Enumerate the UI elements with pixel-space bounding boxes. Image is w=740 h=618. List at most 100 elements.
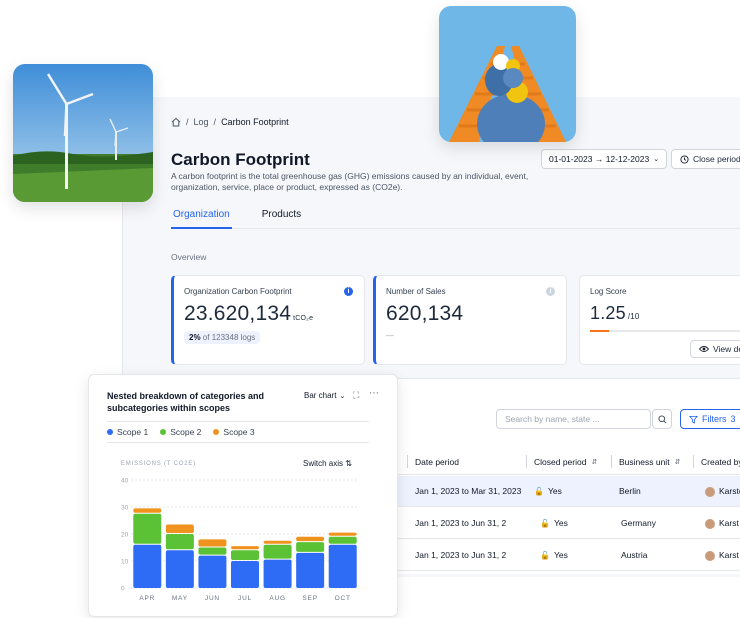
bar-segment[interactable] <box>263 540 292 544</box>
eye-icon <box>699 346 709 352</box>
card-label: Log Score <box>590 287 627 296</box>
bar-segment[interactable] <box>133 544 162 588</box>
y-tick-label: 30 <box>121 505 129 512</box>
x-tick-label: OCT <box>335 595 351 602</box>
lock-icon: 🔓 <box>540 551 550 560</box>
avatar <box>705 518 715 529</box>
logs-percentage: 2% <box>189 333 201 342</box>
chart-legend: Scope 1 Scope 2 Scope 3 <box>107 421 369 443</box>
y-axis-label: EMISSIONS (T CO2E) <box>121 461 196 467</box>
bar-segment[interactable] <box>165 550 194 588</box>
tab-organization[interactable]: Organization <box>171 207 232 229</box>
breadcrumb-log[interactable]: Log <box>194 117 209 127</box>
bar-segment[interactable] <box>231 561 259 588</box>
bar-segment[interactable] <box>133 513 162 544</box>
y-tick-label: 10 <box>121 559 129 566</box>
expand-icon[interactable]: ⛶ <box>353 390 359 401</box>
bar-segment[interactable] <box>198 547 227 555</box>
info-icon[interactable]: i <box>546 287 555 296</box>
filters-label: Filters <box>702 414 727 424</box>
bar-segment[interactable] <box>165 534 194 550</box>
close-period-button[interactable]: Close period <box>671 149 740 169</box>
card-label: Number of Sales <box>386 287 446 296</box>
card-carbon-footprint: Organization Carbon Footprint i 23.620,1… <box>171 275 365 365</box>
card-note: — <box>386 331 394 340</box>
card-value-suffix: /10 <box>627 312 640 321</box>
date-range-picker[interactable]: 01-01-2023 → 12-12-2023 ⌄ <box>541 149 668 169</box>
card-value-number: 1.25 <box>590 303 626 323</box>
cell-closed: 🔓 Yes <box>534 486 562 496</box>
card-value-number: 23.620,134 <box>184 302 292 325</box>
clock-icon <box>680 154 689 164</box>
x-tick-label: JUL <box>238 595 252 602</box>
column-date-period[interactable]: Date period <box>407 455 459 468</box>
sort-icon[interactable]: ⇵ <box>675 458 681 466</box>
bar-segment[interactable] <box>165 524 194 533</box>
cell-closed: 🔓 Yes <box>540 518 568 528</box>
cell-date-period: Jan 1, 2023 to Jun 31, 2 <box>415 518 507 528</box>
column-business-unit[interactable]: Business unit ⇵ <box>611 455 681 468</box>
bar-segment[interactable] <box>231 550 259 560</box>
cell-created-by: Karste <box>705 486 740 497</box>
cell-date-period: Jan 1, 2023 to Jun 31, 2 <box>415 550 507 560</box>
lock-icon: 🔓 <box>540 519 550 528</box>
cell-date-period: Jan 1, 2023 to Mar 31, 2023 <box>415 486 522 496</box>
bar-segment[interactable] <box>296 552 325 588</box>
breadcrumb: / Log / Carbon Footprint <box>171 117 289 127</box>
view-details-button[interactable]: View de <box>690 340 740 358</box>
bar-chart: 0 10 20 30 40 APR MAY JUN JUL AUG SEP OCT <box>121 478 359 602</box>
legend-item-scope3[interactable]: Scope 3 <box>213 427 255 437</box>
bar-segment[interactable] <box>133 508 162 513</box>
bar-segment[interactable] <box>231 546 259 550</box>
switch-axis-button[interactable]: Switch axis ⇅ <box>303 459 352 468</box>
logs-percentage-suffix: of 123348 logs <box>202 333 256 342</box>
cell-business-unit: Germany <box>621 518 656 528</box>
avatar <box>705 550 715 561</box>
date-range-value: 01-01-2023 → 12-12-2023 <box>549 154 650 164</box>
card-value: 620,134 <box>386 302 464 325</box>
x-tick-label: APR <box>139 595 155 602</box>
workers-photo <box>439 6 576 142</box>
table-row[interactable]: Jan 1, 2023 to Jun 31, 2 🔓 Yes Germany Ka… <box>395 508 740 539</box>
more-options-icon[interactable]: ⋯ <box>369 388 379 399</box>
legend-item-scope2[interactable]: Scope 2 <box>160 427 201 437</box>
bar-segment[interactable] <box>328 532 357 536</box>
chart-type-dropdown[interactable]: Bar chart ⌄ <box>304 391 345 400</box>
cell-created-by: Karst <box>705 518 739 529</box>
column-closed-period[interactable]: Closed period ⇵ <box>526 455 597 468</box>
bar-segment[interactable] <box>263 559 292 588</box>
bar-segment[interactable] <box>328 536 357 544</box>
legend-item-scope1[interactable]: Scope 1 <box>107 427 148 437</box>
overview-label: Overview <box>171 252 207 262</box>
x-tick-label: JUN <box>205 595 220 602</box>
lock-icon: 🔓 <box>534 487 544 496</box>
filter-icon <box>689 415 698 424</box>
bar-segment[interactable] <box>198 539 227 547</box>
bar-segment[interactable] <box>198 555 227 588</box>
search-button[interactable] <box>652 409 672 429</box>
logs-table-panel: Search by name, state ... Filters 3 Date… <box>395 378 740 574</box>
card-unit: tCO₂e <box>293 315 314 322</box>
card-log-score: Log Score 1.25/10 View de <box>579 275 740 365</box>
legend-dot <box>213 429 220 435</box>
filters-button[interactable]: Filters 3 <box>680 409 740 429</box>
bar-segment[interactable] <box>328 544 357 588</box>
bar-segment[interactable] <box>263 544 292 559</box>
log-score-progress <box>590 330 740 332</box>
info-icon[interactable]: i <box>344 287 353 296</box>
sort-icon[interactable]: ⇵ <box>591 458 597 466</box>
search-input[interactable]: Search by name, state ... <box>496 409 651 429</box>
wind-turbine-photo <box>13 64 153 202</box>
breadcrumb-current: Carbon Footprint <box>221 117 289 127</box>
cell-closed: 🔓 Yes <box>540 550 568 560</box>
y-tick-label: 0 <box>121 586 125 593</box>
tab-products[interactable]: Products <box>260 207 303 229</box>
avatar <box>705 486 715 497</box>
bar-segment[interactable] <box>296 542 325 552</box>
column-created-by[interactable]: Created by <box>693 455 740 468</box>
chart-title: Nested breakdown of categories and subca… <box>107 391 265 413</box>
bar-segment[interactable] <box>296 536 325 542</box>
table-row[interactable]: Jan 1, 2023 to Mar 31, 2023 🔓 Yes Berlin … <box>395 476 740 507</box>
table-row[interactable]: Jan 1, 2023 to Jun 31, 2 🔓 Yes Austria Ka… <box>395 540 740 571</box>
home-icon[interactable] <box>171 117 181 127</box>
